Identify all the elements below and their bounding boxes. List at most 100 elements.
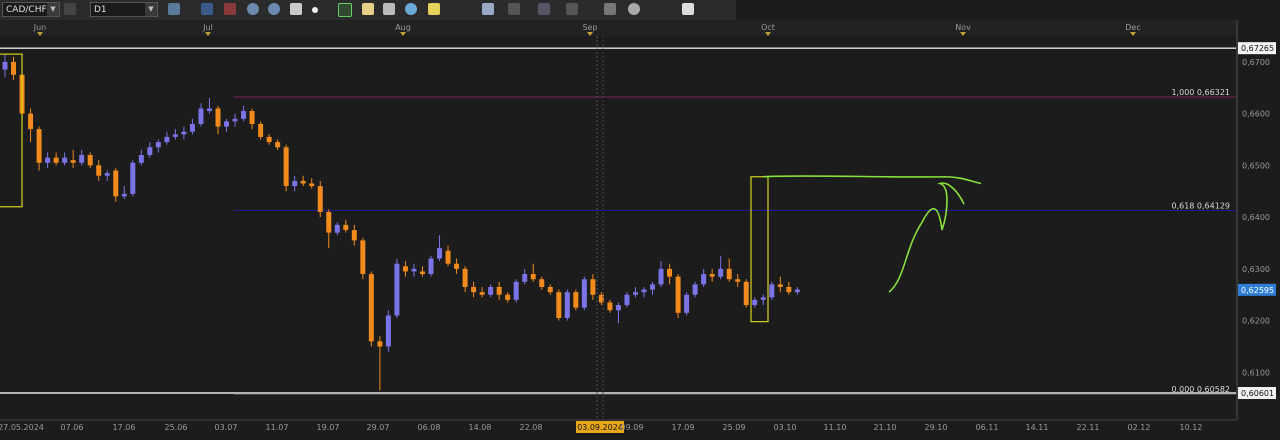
date-tick-label: 07.06	[61, 423, 84, 432]
date-tick-label: 11.07	[266, 423, 289, 432]
candle-body	[206, 108, 212, 112]
candle-body	[743, 281, 749, 306]
chart-type-icon[interactable]	[168, 3, 180, 15]
candle-body	[701, 274, 707, 285]
candle-body	[692, 284, 698, 295]
candle-body	[121, 193, 127, 197]
chevron-down-icon[interactable]: ▼	[47, 3, 59, 16]
candle-body	[718, 268, 724, 277]
text-icon[interactable]	[362, 3, 374, 15]
candle-body	[241, 111, 247, 119]
candle-body	[573, 292, 579, 308]
date-tick-label: 17.09	[672, 423, 695, 432]
candle-body	[45, 157, 51, 163]
dot-icon[interactable]	[312, 7, 318, 13]
price-tick-label: 0,6300	[1242, 265, 1270, 274]
date-axis: 27.05.2024 07.06 17.06 25.06 03.07 11.07 19.07…	[0, 419, 1236, 433]
candle-body	[215, 108, 221, 127]
price-chart[interactable]: Jun Jul Aug Sep Oct Nov Dec 1,000 0,66321 0,618…	[0, 20, 1280, 440]
date-tick-label: 25.09	[723, 423, 746, 432]
candle-body	[547, 286, 553, 293]
candle-body	[667, 268, 673, 277]
indicators-icon[interactable]	[224, 3, 236, 15]
candle-body	[283, 147, 289, 187]
zoom-in-icon[interactable]	[247, 3, 259, 15]
date-tick-label: 10.12	[1180, 423, 1203, 432]
month-strip	[0, 20, 1236, 36]
zoom-out-icon[interactable]	[268, 3, 280, 15]
date-tick-label: 11.10	[824, 423, 847, 432]
candle-body	[113, 170, 119, 197]
candle-body	[189, 123, 195, 132]
candle-body	[343, 224, 349, 231]
date-tick-label: 27.05.2024	[0, 423, 44, 432]
candle-body	[351, 230, 357, 241]
price-tick-label: 0,6600	[1242, 110, 1270, 119]
candles-icon[interactable]	[201, 3, 213, 15]
candle-body	[130, 162, 136, 194]
candle-body	[581, 279, 587, 308]
highlight-box	[0, 53, 23, 208]
crosshair-icon[interactable]	[338, 3, 352, 17]
month-label: Nov	[955, 23, 971, 32]
lines-icon[interactable]	[566, 3, 578, 15]
candles	[2, 54, 800, 391]
candle-body	[539, 279, 545, 287]
ruler-icon[interactable]	[508, 3, 520, 15]
candle-body	[735, 279, 741, 282]
candle-body	[769, 284, 775, 298]
sphere-icon[interactable]	[628, 3, 640, 15]
cone-icon[interactable]	[604, 3, 616, 15]
candle-body	[326, 211, 332, 233]
candle-body	[471, 286, 477, 293]
fibonacci-icon[interactable]	[538, 3, 550, 15]
chevron-down-icon[interactable]: ▼	[145, 3, 157, 16]
eraser-icon[interactable]	[682, 3, 694, 15]
price-tick-label: 0,6700	[1242, 58, 1270, 67]
date-tick-label: 14.08	[469, 423, 492, 432]
candle-body	[522, 274, 528, 282]
candle-body	[232, 118, 238, 122]
month-label: Aug	[395, 23, 411, 32]
candle-body	[760, 297, 766, 300]
date-tick-label: 22.08	[520, 423, 543, 432]
candle-body	[786, 286, 792, 293]
resistance-drawing	[762, 175, 982, 185]
candle-body	[632, 292, 638, 295]
symbol-select[interactable]: CAD/CHF ▼	[2, 2, 60, 17]
candle-body	[368, 274, 374, 342]
candle-body	[275, 142, 281, 148]
shapes-icon[interactable]	[383, 3, 395, 15]
pencil-icon[interactable]	[428, 3, 440, 15]
timeframe-select[interactable]: D1 ▼	[90, 2, 158, 17]
bottom-price-tag: 0,60601	[1241, 389, 1274, 398]
candle-body	[79, 155, 85, 163]
candle-body	[684, 294, 690, 313]
cursor-icon[interactable]	[290, 3, 302, 15]
candle-body	[28, 113, 34, 130]
candle-body	[87, 155, 93, 166]
link-icon[interactable]	[64, 3, 76, 15]
date-tick-label: 17.06	[113, 423, 136, 432]
candle-body	[411, 268, 417, 272]
candle-body	[300, 180, 306, 184]
candle-body	[70, 160, 76, 163]
candle-body	[419, 271, 425, 275]
date-tick-label: 19.07	[317, 423, 340, 432]
price-tick-label: 0,6100	[1242, 368, 1270, 377]
candle-body	[479, 292, 485, 295]
grid-icon[interactable]	[482, 3, 494, 15]
price-tick-label: 0,6400	[1242, 213, 1270, 222]
fib-level-label: 0,000 0,60582	[1171, 385, 1230, 394]
fib-level-label: 1,000 0,66321	[1171, 88, 1230, 97]
price-axis: 0,6700 0,6600 0,6500 0,6400 0,6300 0,6200 0,61…	[1236, 20, 1276, 420]
candle-body	[428, 258, 434, 275]
month-label: Jul	[202, 23, 213, 32]
candle-body	[394, 263, 400, 316]
drawings	[0, 36, 982, 420]
candle-body	[258, 123, 264, 137]
candle-body	[164, 136, 170, 143]
candle-body	[590, 279, 596, 295]
globe-icon[interactable]	[405, 3, 417, 15]
date-tick-label: 09.09	[621, 423, 644, 432]
